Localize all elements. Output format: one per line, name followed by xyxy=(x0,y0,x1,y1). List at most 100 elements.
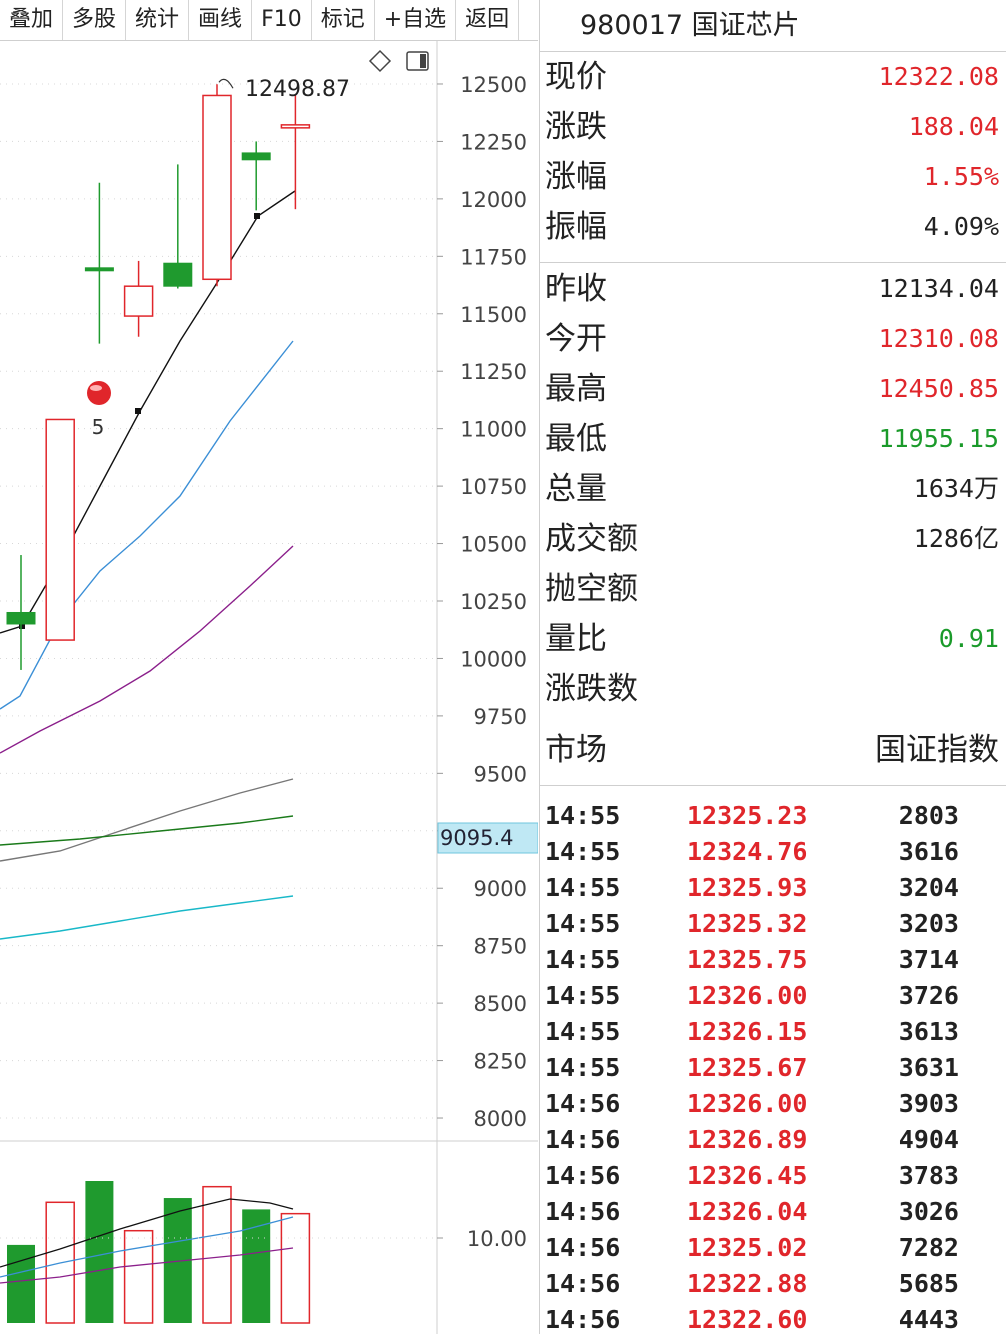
tick-price: 12326.89 xyxy=(687,1125,808,1154)
quote-separator xyxy=(540,262,1006,263)
tick-price: 12326.15 xyxy=(687,1017,808,1046)
quote-label: 量比 xyxy=(545,621,607,657)
tick-row: 14:55 12324.76 3616 xyxy=(540,834,1006,870)
tick-time: 14:56 xyxy=(545,1089,621,1118)
chart-toolbar: 叠加 多股 统计 画线 F10 标记 +自选 返回 xyxy=(0,0,538,41)
event-badge-shine xyxy=(90,385,102,391)
kline-chart[interactable]: 12500 12250 12000 11750 11500 11250 11000 10750… xyxy=(0,41,538,1334)
quote-row: 抛空额 xyxy=(540,564,1006,614)
tick-price: 12325.93 xyxy=(687,873,808,902)
quote-label: 成交额 xyxy=(545,521,638,557)
y-tick-label: 8250 xyxy=(474,1050,527,1074)
quote-row: 今开 12310.08 xyxy=(540,314,1006,364)
tick-row: 14:56 12322.60 4443 xyxy=(540,1302,1006,1338)
high-arrow xyxy=(218,78,234,89)
toolbar-button-4[interactable]: F10 xyxy=(252,0,312,40)
toolbar-button-6[interactable]: +自选 xyxy=(375,0,457,40)
quote-value: 12134.04 xyxy=(878,274,999,303)
quote-row: 涨幅 1.55% xyxy=(540,152,1006,202)
ma-line-cyan xyxy=(0,895,294,940)
tick-time: 14:56 xyxy=(545,1305,621,1334)
volume-bar-up xyxy=(123,1229,154,1324)
tick-row: 14:56 12326.45 3783 xyxy=(540,1158,1006,1194)
tick-price: 12326.04 xyxy=(687,1197,808,1226)
ma-marker xyxy=(135,408,141,414)
y-tick-label: 12250 xyxy=(460,130,527,154)
quote-label: 现价 xyxy=(545,59,607,95)
tick-vol: 3783 xyxy=(898,1161,959,1190)
toolbar-button-0[interactable]: 叠加 xyxy=(0,0,64,40)
tick-vol: 4904 xyxy=(898,1125,959,1154)
quote-value: 11955.15 xyxy=(878,424,999,453)
tick-row: 14:56 12326.04 3026 xyxy=(540,1194,1006,1230)
ma-line-purple xyxy=(0,545,294,754)
ma-line-green xyxy=(0,815,294,846)
quote-label: 最高 xyxy=(545,371,607,407)
tick-price: 12324.76 xyxy=(687,837,808,866)
candle-body-up xyxy=(280,124,311,129)
toolbar-button-1[interactable]: 多股 xyxy=(63,0,127,40)
tick-price: 12325.75 xyxy=(687,945,808,974)
tick-vol: 3203 xyxy=(898,909,959,938)
market-value: 国证指数 xyxy=(875,732,999,768)
tick-row: 14:56 12326.89 4904 xyxy=(540,1122,1006,1158)
market-label: 市场 xyxy=(545,732,607,768)
quote-row: 量比 0.91 xyxy=(540,614,1006,664)
panel-toggle-icon-fill xyxy=(420,54,426,68)
stock-title: 980017 国证芯片 xyxy=(540,0,1006,52)
tick-price: 12325.67 xyxy=(687,1053,808,1082)
tick-row: 14:55 12325.23 2803 xyxy=(540,798,1006,834)
tick-time: 14:56 xyxy=(545,1161,621,1190)
tick-row: 14:55 12325.75 3714 xyxy=(540,942,1006,978)
y-tick-label: 11750 xyxy=(460,245,527,269)
quote-row: 现价 12322.08 xyxy=(540,52,1006,102)
quote-value: 12450.85 xyxy=(878,374,999,403)
diamond-icon xyxy=(368,49,392,73)
y-tick-label: 11250 xyxy=(460,360,527,384)
volume-bar-down xyxy=(85,1181,114,1323)
tick-time: 14:55 xyxy=(545,909,621,938)
tick-row: 14:55 12326.00 3726 xyxy=(540,978,1006,1014)
toolbar-button-3[interactable]: 画线 xyxy=(189,0,253,40)
quote-label: 总量 xyxy=(545,471,607,507)
ma-line-black xyxy=(0,190,296,634)
volume-axis-label: 10.00 xyxy=(467,1227,527,1251)
tick-time: 14:55 xyxy=(545,873,621,902)
tick-vol: 3714 xyxy=(898,945,959,974)
y-tick-label: 9000 xyxy=(474,877,527,901)
y-tick-label: 12000 xyxy=(460,188,527,212)
tick-row: 14:56 12325.02 7282 xyxy=(540,1230,1006,1266)
tick-row: 14:55 12326.15 3613 xyxy=(540,1014,1006,1050)
quote-label: 涨幅 xyxy=(545,159,607,195)
tick-vol: 3613 xyxy=(898,1017,959,1046)
quote-value: 0.91 xyxy=(938,624,999,653)
volume-bar-down xyxy=(7,1244,35,1323)
y-tick-label: 10750 xyxy=(460,475,527,499)
quote-value: 12322.08 xyxy=(878,62,999,91)
current-price-label: 9095.4 xyxy=(440,826,513,850)
toolbar-button-5[interactable]: 标记 xyxy=(312,0,375,40)
quote-row: 振幅 4.09% xyxy=(540,202,1006,252)
tick-price: 12325.02 xyxy=(687,1233,808,1262)
y-tick-label: 10500 xyxy=(460,533,527,557)
quote-label: 涨跌数 xyxy=(545,671,638,707)
y-tick-label: 12500 xyxy=(460,73,527,97)
ma-line-gray xyxy=(0,778,294,862)
y-tick-label: 9500 xyxy=(474,762,527,786)
tick-row: 14:56 12326.00 3903 xyxy=(540,1086,1006,1122)
event-badge-label: 5 xyxy=(92,415,105,439)
quote-label: 涨跌 xyxy=(545,109,607,145)
tick-price: 12322.88 xyxy=(687,1269,808,1298)
kline-svg: 12500 12250 12000 11750 11500 11250 11000 10750… xyxy=(0,41,538,1334)
tick-vol: 3204 xyxy=(898,873,959,902)
quote-row: 总量 1634万 xyxy=(540,464,1006,514)
toolbar-button-2[interactable]: 统计 xyxy=(126,0,190,40)
quote-value: 4.09% xyxy=(923,212,999,241)
event-badge-icon xyxy=(87,381,111,405)
tick-time: 14:56 xyxy=(545,1125,621,1154)
ma-line-blue xyxy=(0,340,294,710)
tick-price: 12326.45 xyxy=(687,1161,808,1190)
quote-value: 188.04 xyxy=(908,112,999,141)
tick-time: 14:55 xyxy=(545,981,621,1010)
toolbar-button-7[interactable]: 返回 xyxy=(456,0,520,40)
